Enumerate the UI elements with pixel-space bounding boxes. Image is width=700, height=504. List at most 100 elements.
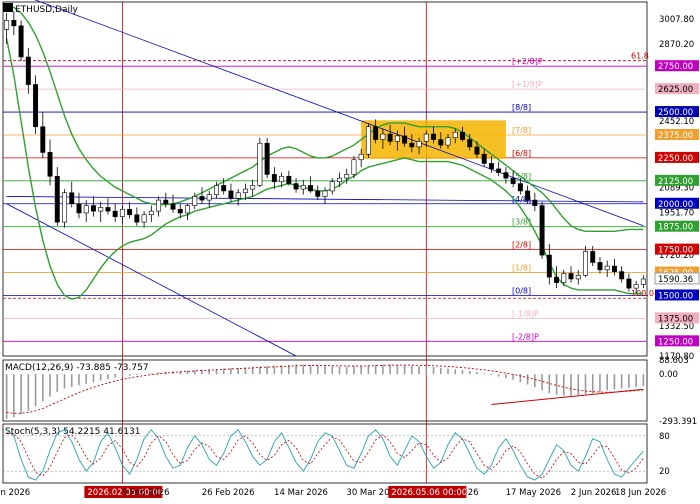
candle-2 <box>18 20 24 61</box>
murrey-label-10: [0/8] <box>512 286 531 295</box>
candle-body <box>286 175 292 184</box>
candle-body <box>177 208 183 214</box>
price-tag-label-6: 2000.00 <box>658 200 693 210</box>
candle-body <box>568 273 574 280</box>
candle-body <box>423 133 429 142</box>
candle-body <box>293 183 299 190</box>
candle-body <box>185 205 190 214</box>
candle-body <box>300 185 306 190</box>
stoch-axis-label-0: 80 <box>659 432 670 442</box>
candle-body <box>402 135 408 144</box>
candle-body <box>438 139 444 146</box>
candle-body <box>105 207 111 212</box>
candle-body <box>561 273 567 283</box>
date-label-9: 2 Jun 2026 <box>571 488 617 498</box>
candle-body <box>583 251 588 276</box>
candle-body <box>112 210 118 217</box>
price-tag-label-7: 1875.00 <box>658 223 693 233</box>
candle-body <box>25 56 31 85</box>
candle-body <box>98 207 104 212</box>
candle-body <box>250 185 256 190</box>
candle-50 <box>365 123 371 158</box>
candle-body <box>206 194 212 201</box>
date-label-10: 18 Jun 2026 <box>615 488 666 498</box>
murrey-label-4: [6/8] <box>512 149 531 158</box>
candle-35 <box>257 137 263 188</box>
fib-label-0: 61.8 <box>631 52 649 61</box>
candle-body <box>11 20 17 27</box>
candle-body <box>380 133 386 140</box>
candle-body <box>228 190 234 199</box>
price-axis-label-5: 2452.10 <box>659 117 694 127</box>
murrey-label-11: [-1/8]P <box>512 309 539 318</box>
candle-body <box>242 188 248 194</box>
candle-8 <box>62 189 67 228</box>
candle-body <box>127 208 133 216</box>
candle-body <box>467 139 473 148</box>
price-tag-label-5: 2125.00 <box>658 177 693 187</box>
candle-body <box>83 205 89 214</box>
candle-body <box>148 210 154 216</box>
candle-body <box>308 185 313 192</box>
candle-body <box>445 137 451 146</box>
candle-body <box>134 214 140 223</box>
candle-body <box>394 135 400 142</box>
stoch-axis-label-1: 20 <box>659 467 670 477</box>
price-axis-label-0: 3007.80 <box>659 15 694 25</box>
murrey-label-1: [+1/8]P <box>512 80 543 89</box>
macd-title: MACD(12,26,9) -73.885 -73.757 <box>5 363 149 373</box>
murrey-label-12: [-2/8]P <box>512 332 539 341</box>
price-tag-label-10: 1590.36 <box>658 275 693 285</box>
candle-body <box>611 265 617 272</box>
candle-body <box>213 185 219 195</box>
price-tag-label-1: 2625.00 <box>658 85 693 95</box>
candle-body <box>62 192 67 223</box>
candle-body <box>474 146 480 155</box>
price-tag-label-4: 2250.00 <box>658 154 693 164</box>
candle-body <box>626 278 632 289</box>
macd-axis-label-1: 0.00 <box>659 370 678 380</box>
candle-body <box>604 265 610 271</box>
price-axis-label-11: 1951.70 <box>659 209 694 219</box>
price-tag-label-8: 1750.00 <box>658 246 693 256</box>
date-label-7: 2026.05.06 00:00 <box>391 488 467 498</box>
candle-36 <box>264 137 270 179</box>
murrey-label-0: [+2/8]P <box>512 57 543 66</box>
candle-body <box>322 190 328 197</box>
candle-body <box>344 174 350 179</box>
candle-body <box>590 251 596 263</box>
candle-body <box>525 190 531 201</box>
candle-body <box>619 271 625 280</box>
price-tag-label-13: 1250.00 <box>658 337 693 347</box>
macd-axis-label-2: -293.391 <box>659 417 697 427</box>
candle-body <box>76 203 82 214</box>
symbol-label: ETHUSD,Daily <box>15 5 78 15</box>
price-tag-label-0: 2750.00 <box>658 62 693 72</box>
candle-body <box>597 262 603 271</box>
date-label-2: 9 Feb 2026 <box>122 488 170 498</box>
date-label-8: 17 May 2026 <box>506 488 561 498</box>
candle-body <box>221 185 227 192</box>
price-axis-label-1: 2870.20 <box>659 40 694 50</box>
candle-body <box>69 192 75 205</box>
candle-body <box>633 284 639 289</box>
candle-body <box>481 153 487 164</box>
price-tag-label-2: 2500.00 <box>658 108 693 118</box>
candle-body <box>640 278 646 285</box>
symbol-arrow-icon <box>3 3 13 12</box>
price-tag-label-3: 2375.00 <box>658 131 693 141</box>
macd-axis-label-0: 88.603 <box>659 356 689 366</box>
candle-body <box>40 126 46 153</box>
candle-body <box>279 175 285 183</box>
candle-body <box>315 190 321 197</box>
candle-body <box>532 199 538 206</box>
candle-body <box>539 205 545 256</box>
candle-body <box>90 205 96 212</box>
chart-root: [+2/8]P [+1/8]P [8/8] [7/8] [6/8] [5/8] [4/8][… <box>0 0 700 500</box>
chart-svg: [+2/8]P[+1/8]P[8/8][7/8][6/8][5/8][4/8][… <box>0 0 700 500</box>
candle-body <box>156 199 162 212</box>
candle-body <box>431 133 437 140</box>
date-label-0: 2 Jan 2026 <box>0 488 30 498</box>
murrey-label-2: [8/8] <box>512 103 531 112</box>
candle-body <box>488 163 494 170</box>
